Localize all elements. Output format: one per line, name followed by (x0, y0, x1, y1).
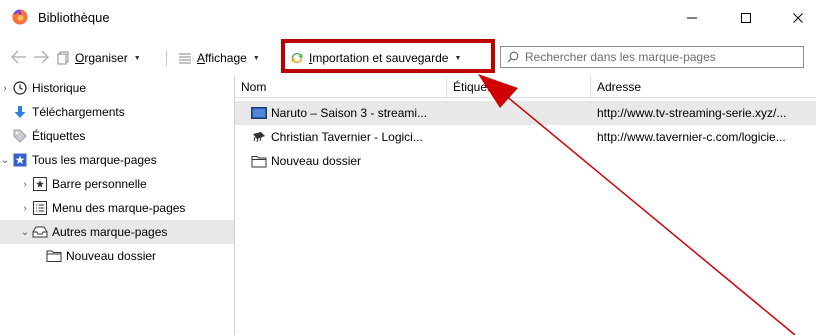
folder-icon (46, 248, 62, 264)
search-input[interactable] (525, 50, 795, 64)
sidebar: › Historique Téléchargements Étiquettes … (0, 76, 234, 335)
chevron-down-icon[interactable]: ⌄ (20, 227, 30, 238)
tags-cell (453, 149, 591, 173)
close-icon (793, 13, 803, 23)
close-button[interactable] (778, 4, 816, 32)
view-button[interactable]: Affichage ▼ (178, 48, 260, 68)
sidebar-item-label: Téléchargements (32, 105, 125, 119)
sidebar-item-new-folder[interactable]: Nouveau dossier (0, 244, 234, 268)
site-favicon-icon (251, 107, 267, 119)
title-bar: Bibliothèque (0, 0, 816, 36)
history-clock-icon (12, 80, 28, 96)
sidebar-item-label: Historique (32, 81, 87, 95)
toolbar-divider (166, 50, 167, 66)
address-cell: http://www.tavernier-c.com/logicie... (597, 130, 786, 144)
bookmark-name: Nouveau dossier (271, 154, 362, 168)
organize-button[interactable]: Organiser ▼ (56, 48, 141, 68)
column-header-tags[interactable]: Étiquettes (447, 76, 591, 98)
view-accel: A (197, 51, 206, 65)
minimize-button[interactable] (672, 4, 712, 32)
organize-icon (57, 51, 69, 65)
bookmarks-toolbar-icon (32, 176, 48, 192)
back-arrow-icon[interactable] (10, 49, 28, 65)
view-icon (179, 53, 191, 64)
table-header: Nom Étiquettes Adresse (235, 76, 816, 98)
tags-cell (453, 125, 591, 149)
bookmarks-star-icon (12, 152, 28, 168)
sidebar-item-label: Étiquettes (32, 129, 86, 143)
name-cell: Christian Tavernier - Logici... (251, 125, 447, 149)
bookmarks-table: Nom Étiquettes Adresse Naruto – Saison 3… (235, 76, 816, 335)
folder-icon (251, 155, 267, 167)
sidebar-item-label: Tous les marque-pages (32, 153, 157, 167)
highlight-box (281, 39, 495, 73)
name-cell: Naruto – Saison 3 - streami... (251, 101, 447, 125)
tags-cell (453, 101, 591, 125)
column-header-address[interactable]: Adresse (591, 76, 816, 98)
download-arrow-icon (12, 104, 28, 120)
table-row[interactable]: Nouveau dossier (235, 149, 816, 173)
chevron-down-icon: ▼ (133, 54, 141, 62)
sidebar-item-label: Nouveau dossier (66, 249, 157, 263)
sidebar-item-label: Menu des marque-pages (52, 201, 186, 215)
minimize-icon (687, 17, 697, 19)
maximize-icon (741, 13, 751, 23)
table-row[interactable]: Naruto – Saison 3 - streami... http://ww… (235, 101, 816, 125)
address-cell: http://www.tv-streaming-serie.xyz/... (597, 106, 787, 120)
chip-favicon-icon (253, 132, 265, 143)
chevron-right-icon[interactable]: › (0, 83, 10, 94)
chevron-down-icon: ▼ (252, 54, 260, 62)
column-header-name[interactable]: Nom (235, 76, 447, 98)
sidebar-item-history[interactable]: › Historique (0, 76, 234, 100)
search-box[interactable] (500, 46, 804, 68)
name-cell: Nouveau dossier (251, 149, 447, 173)
search-icon (507, 51, 519, 63)
firefox-icon (12, 9, 28, 25)
table-row[interactable]: Christian Tavernier - Logici... http://w… (235, 125, 816, 149)
chevron-right-icon[interactable]: › (20, 179, 30, 190)
sidebar-item-bookmarks-toolbar[interactable]: › Barre personnelle (0, 172, 234, 196)
address-cell (597, 149, 815, 173)
bookmark-name: Christian Tavernier - Logici... (271, 130, 423, 144)
chevron-right-icon[interactable]: › (20, 203, 30, 214)
bookmarks-menu-icon (32, 200, 48, 216)
tag-icon (12, 128, 28, 144)
sidebar-item-downloads[interactable]: Téléchargements (0, 100, 234, 124)
forward-arrow-icon[interactable] (32, 49, 50, 65)
sidebar-item-other-bookmarks[interactable]: ⌄ Autres marque-pages (0, 220, 234, 244)
maximize-button[interactable] (726, 4, 766, 32)
sidebar-item-all-bookmarks[interactable]: ⌄ Tous les marque-pages (0, 148, 234, 172)
chevron-down-icon[interactable]: ⌄ (0, 155, 10, 166)
window-title: Bibliothèque (38, 10, 110, 25)
bookmark-name: Naruto – Saison 3 - streami... (271, 106, 428, 120)
other-bookmarks-icon (32, 224, 48, 240)
sidebar-item-label: Autres marque-pages (52, 225, 168, 239)
sidebar-item-bookmarks-menu[interactable]: › Menu des marque-pages (0, 196, 234, 220)
organize-label: rganiser (84, 51, 128, 65)
sidebar-item-tags[interactable]: Étiquettes (0, 124, 234, 148)
sidebar-item-label: Barre personnelle (52, 177, 147, 191)
organize-accel: O (75, 51, 85, 65)
view-label: ffichage (205, 51, 247, 65)
